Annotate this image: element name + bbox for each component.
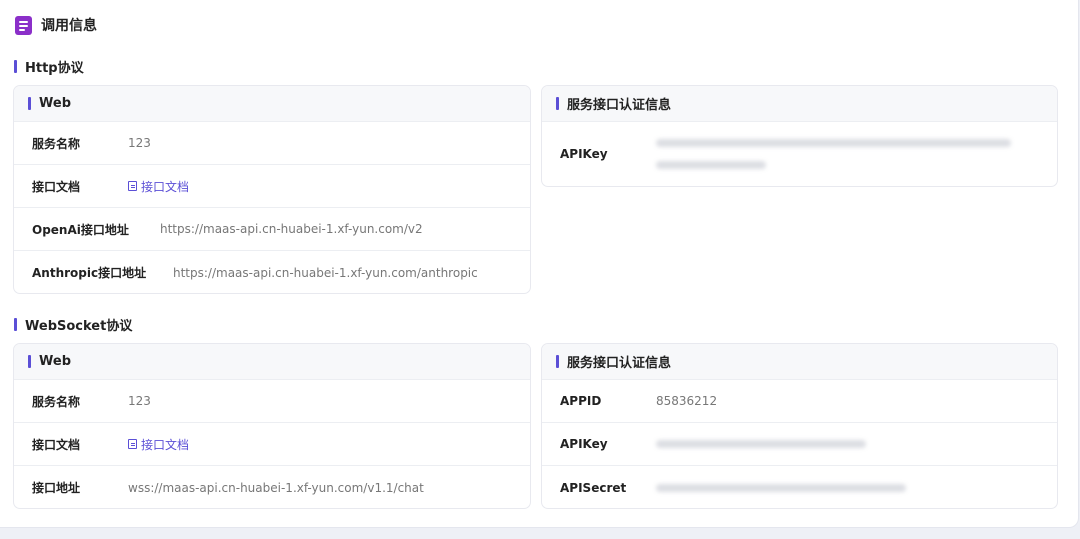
- apikey-redacted-value: [656, 440, 866, 448]
- redacted-text: [656, 161, 766, 169]
- http-section-label: Http协议: [25, 60, 84, 76]
- call-info-panel: 调用信息 Http协议 Web 服务名称 123 接口文档 接口文档 OpenA…: [0, 0, 1079, 528]
- card-header: Web: [14, 344, 530, 380]
- row-label: 服务名称: [32, 394, 81, 409]
- endpoint-value: wss://maas-api.cn-huabei-1.xf-yun.com/v1…: [128, 480, 424, 495]
- card-header: Web: [14, 86, 530, 122]
- anthropic-endpoint-value: https://maas-api.cn-huabei-1.xf-yun.com/…: [173, 265, 478, 280]
- accent-bar: [556, 355, 559, 368]
- api-doc-row: 接口文档 接口文档: [14, 423, 530, 466]
- row-label: 接口地址: [32, 481, 81, 495]
- row-label: 接口文档: [32, 179, 81, 194]
- apikey-row: APIKey: [542, 122, 1057, 186]
- accent-bar: [28, 355, 31, 368]
- apikey-row: APIKey: [542, 423, 1057, 466]
- appid-row: APPID 85836212: [542, 380, 1057, 423]
- apisecret-redacted-value: [656, 483, 906, 492]
- card-header: 服务接口认证信息: [542, 344, 1057, 380]
- service-name-value: 123: [128, 394, 151, 408]
- openai-endpoint-row: OpenAi接口地址 https://maas-api.cn-huabei-1.…: [14, 208, 530, 251]
- accent-bar: [14, 59, 17, 73]
- card-header: 服务接口认证信息: [542, 86, 1057, 122]
- card-title: 服务接口认证信息: [567, 98, 672, 113]
- document-icon: [15, 15, 32, 35]
- http-auth-card: 服务接口认证信息 APIKey: [541, 85, 1058, 187]
- http-web-card: Web 服务名称 123 接口文档 接口文档 OpenAi接口地址 https:…: [13, 85, 531, 294]
- accent-bar: [556, 97, 559, 110]
- row-label: 接口文档: [32, 437, 81, 452]
- openai-endpoint-value: https://maas-api.cn-huabei-1.xf-yun.com/…: [160, 222, 423, 236]
- api-doc-link[interactable]: 接口文档: [128, 436, 189, 453]
- http-section-title: Http协议: [14, 57, 84, 76]
- api-doc-link[interactable]: 接口文档: [128, 178, 189, 195]
- panel-header: 调用信息: [15, 14, 97, 36]
- api-doc-link-label: 接口文档: [141, 437, 190, 452]
- websocket-auth-card: 服务接口认证信息 APPID 85836212 APIKey APISecret: [541, 343, 1058, 509]
- service-name-value: 123: [128, 136, 151, 150]
- page-title: 调用信息: [41, 18, 97, 34]
- row-label: APIKey: [560, 147, 608, 161]
- endpoint-row: 接口地址 wss://maas-api.cn-huabei-1.xf-yun.c…: [14, 466, 530, 508]
- api-doc-link-label: 接口文档: [141, 179, 190, 194]
- accent-bar: [28, 97, 31, 110]
- anthropic-endpoint-row: Anthropic接口地址 https://maas-api.cn-huabei…: [14, 251, 530, 293]
- websocket-section-label: WebSocket协议: [25, 318, 133, 334]
- accent-bar: [14, 317, 17, 331]
- document-icon: [128, 181, 137, 191]
- row-label: APIKey: [560, 437, 608, 451]
- websocket-web-card: Web 服务名称 123 接口文档 接口文档 接口地址 wss://maas-a…: [13, 343, 531, 509]
- row-label: Anthropic接口地址: [32, 266, 147, 280]
- card-title: 服务接口认证信息: [567, 356, 672, 371]
- card-title: Web: [39, 354, 71, 369]
- row-label: APISecret: [560, 480, 627, 495]
- row-label: OpenAi接口地址: [32, 222, 129, 237]
- service-name-row: 服务名称 123: [14, 380, 530, 423]
- apikey-redacted-value: [656, 139, 1011, 169]
- document-icon: [128, 439, 137, 449]
- appid-value: 85836212: [656, 394, 718, 408]
- apisecret-row: APISecret: [542, 466, 1057, 508]
- websocket-section-title: WebSocket协议: [14, 315, 133, 334]
- service-name-row: 服务名称 123: [14, 122, 530, 165]
- row-label: APPID: [560, 394, 602, 408]
- redacted-text: [656, 139, 1011, 147]
- api-doc-row: 接口文档 接口文档: [14, 165, 530, 208]
- card-title: Web: [39, 96, 71, 111]
- row-label: 服务名称: [32, 136, 81, 151]
